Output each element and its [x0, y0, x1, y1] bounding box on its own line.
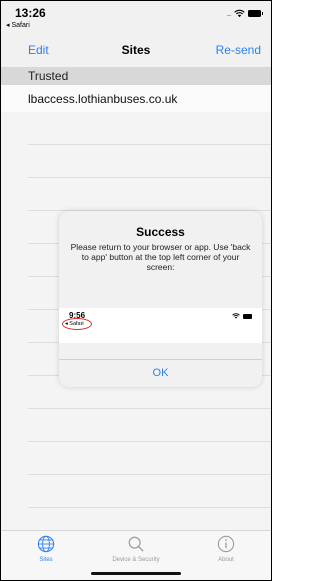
tab-label: About: [218, 557, 234, 563]
success-alert: Success Please return to your browser or…: [59, 211, 262, 387]
ok-button[interactable]: OK: [59, 360, 262, 387]
phone-screen: 13:26 ◂ Safari .... Edit Sites Re-send T…: [0, 0, 272, 581]
resend-button[interactable]: Re-send: [216, 43, 261, 57]
battery-icon: [243, 313, 252, 319]
tab-label: Sites: [39, 557, 53, 563]
tab-bar: Sites Device & Security About: [1, 530, 271, 580]
home-indicator[interactable]: [91, 572, 181, 575]
highlight-circle: [62, 318, 92, 330]
alert-title: Success: [136, 225, 185, 239]
info-icon: [217, 535, 235, 553]
status-bar-preview-image: 9:56 ◂ Safari: [59, 308, 262, 343]
preview-status-icons: [232, 313, 252, 319]
search-icon: [128, 536, 144, 552]
wifi-icon: [232, 313, 240, 319]
alert-message: Please return to your browser or app. Us…: [70, 242, 251, 272]
tab-sites[interactable]: Sites: [1, 531, 91, 580]
tab-label: Device & Security: [112, 557, 160, 563]
tab-about[interactable]: About: [181, 531, 271, 580]
globe-icon: [37, 535, 55, 553]
